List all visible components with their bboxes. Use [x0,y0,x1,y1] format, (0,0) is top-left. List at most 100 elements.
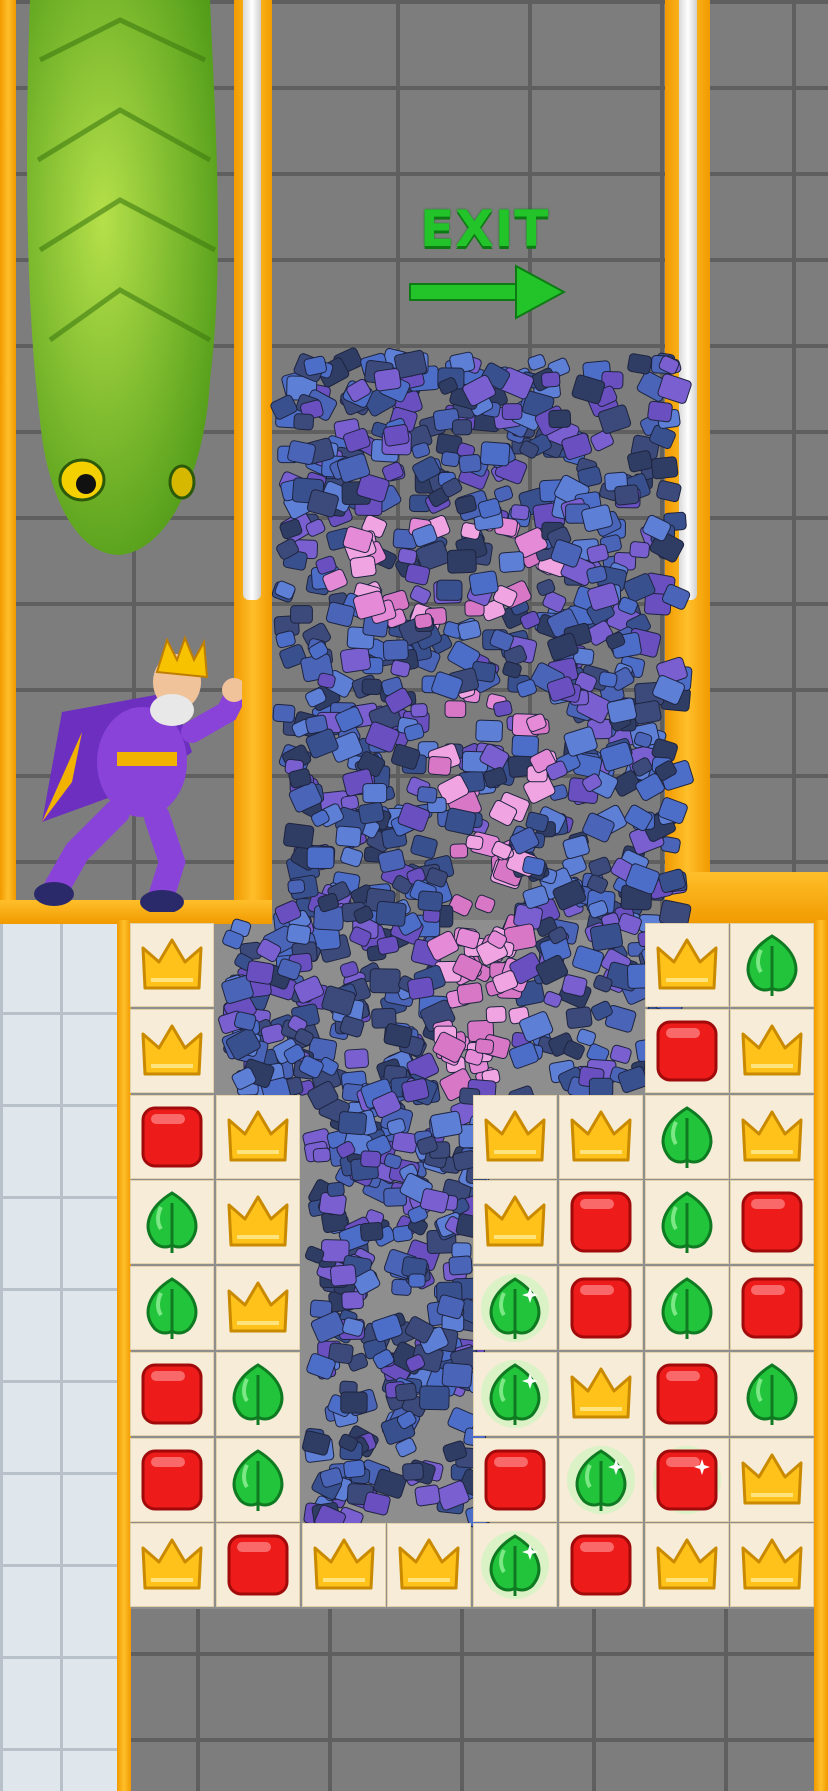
board-tile[interactable] [558,1351,643,1436]
leaf-piece-icon [481,1531,549,1600]
board-tile[interactable] [130,1523,214,1608]
crown-piece-icon [656,938,717,990]
board-tile[interactable] [473,1523,557,1608]
board-tile[interactable] [730,1266,815,1350]
red-block-piece-icon [141,1106,203,1167]
red-block-piece-icon [141,1449,203,1510]
snake-icon [27,0,218,555]
board-tile[interactable] [558,1437,643,1522]
board-tile[interactable] [215,1266,300,1350]
leaf-piece-icon [661,1191,712,1254]
board-tile[interactable] [558,1094,643,1179]
red-block-piece-icon [570,1191,632,1253]
crown-piece-icon [741,1024,803,1076]
crown-piece-icon [141,1024,203,1076]
board-tile[interactable] [644,923,729,1007]
board-tile[interactable] [730,1351,815,1436]
king-icon [34,635,242,912]
red-block-piece-icon [741,1191,803,1253]
leaf-piece-icon [566,1445,635,1514]
exit-label: EXIT [420,200,550,258]
crown-piece-icon [570,1110,632,1161]
board-tile[interactable] [644,1180,729,1265]
leaf-piece-icon [146,1277,198,1339]
leaf-piece-icon [146,1191,198,1254]
match3-board [130,923,816,1609]
red-block-piece-icon [570,1277,632,1339]
white-wall-left [0,920,120,1791]
leaf-piece-icon [232,1448,284,1511]
board-tile[interactable] [130,1180,214,1265]
board-tile[interactable] [215,1094,300,1179]
crown-piece-icon [570,1367,632,1419]
board-tile[interactable] [644,1008,729,1093]
crown-piece-icon [484,1195,546,1247]
leaf-piece-icon [481,1359,549,1428]
red-block-piece-icon [484,1449,546,1510]
board-tile[interactable] [473,1351,557,1436]
crown-piece-icon [141,938,203,990]
board-tile[interactable] [215,1523,300,1608]
board-tile[interactable] [644,1266,729,1350]
crown-piece-icon [227,1281,289,1333]
board-tile[interactable] [473,1437,557,1522]
board-tile[interactable] [387,1523,472,1608]
leaf-piece-icon [661,1277,712,1339]
leaf-piece-icon [746,1362,798,1425]
board-tile[interactable] [730,1180,815,1265]
board-tile[interactable] [473,1266,557,1350]
crown-piece-icon [656,1538,717,1590]
right-arrow-icon [409,264,566,320]
board-tile[interactable] [644,1523,729,1608]
board-tile[interactable] [130,923,214,1007]
board-tile[interactable] [730,1523,815,1608]
frame-board-left [117,920,131,1791]
board-tile[interactable] [215,1437,300,1522]
frame-board-right [814,920,828,1791]
board-tile[interactable] [644,1437,729,1522]
crown-piece-icon [398,1538,460,1590]
board-tile[interactable] [130,1008,214,1093]
crown-piece-icon [484,1110,546,1161]
board-tile[interactable] [473,1180,557,1265]
gate-pin-left[interactable] [243,0,261,600]
leaf-piece-icon [481,1274,549,1342]
red-block-piece-icon [741,1277,803,1339]
gate-pin-right[interactable] [679,0,697,600]
board-tile[interactable] [730,923,815,1007]
leaf-piece-icon [661,1105,712,1168]
board-tile[interactable] [215,1180,300,1265]
board-tile[interactable] [473,1094,557,1179]
board-tile[interactable] [558,1266,643,1350]
board-tile[interactable] [730,1094,815,1179]
board-tile[interactable] [730,1008,815,1093]
crown-piece-icon [741,1538,803,1590]
crown-piece-icon [227,1195,289,1247]
board-tile[interactable] [130,1094,214,1179]
board-tile[interactable] [644,1094,729,1179]
red-block-piece-icon [227,1534,289,1596]
red-block-piece-icon [652,1445,721,1514]
castle-wall-lower [130,1609,816,1791]
crown-piece-icon [227,1110,289,1161]
crown-piece-icon [741,1110,803,1161]
board-tile[interactable] [301,1523,386,1608]
crown-piece-icon [313,1538,374,1590]
frame-right-floor [665,872,828,924]
leaf-piece-icon [232,1362,284,1425]
board-tile[interactable] [644,1351,729,1436]
red-block-piece-icon [141,1363,203,1425]
crown-piece-icon [141,1538,203,1590]
crown-piece-icon [741,1453,803,1504]
board-tile[interactable] [130,1351,214,1436]
board-tile[interactable] [558,1180,643,1265]
red-block-piece-icon [656,1020,717,1082]
board-tile[interactable] [558,1523,643,1608]
board-tile[interactable] [215,1351,300,1436]
board-tile[interactable] [730,1437,815,1522]
red-block-piece-icon [570,1534,632,1596]
red-block-piece-icon [656,1363,717,1425]
board-tile[interactable] [130,1437,214,1522]
leaf-piece-icon [746,934,798,996]
board-tile[interactable] [130,1266,214,1350]
